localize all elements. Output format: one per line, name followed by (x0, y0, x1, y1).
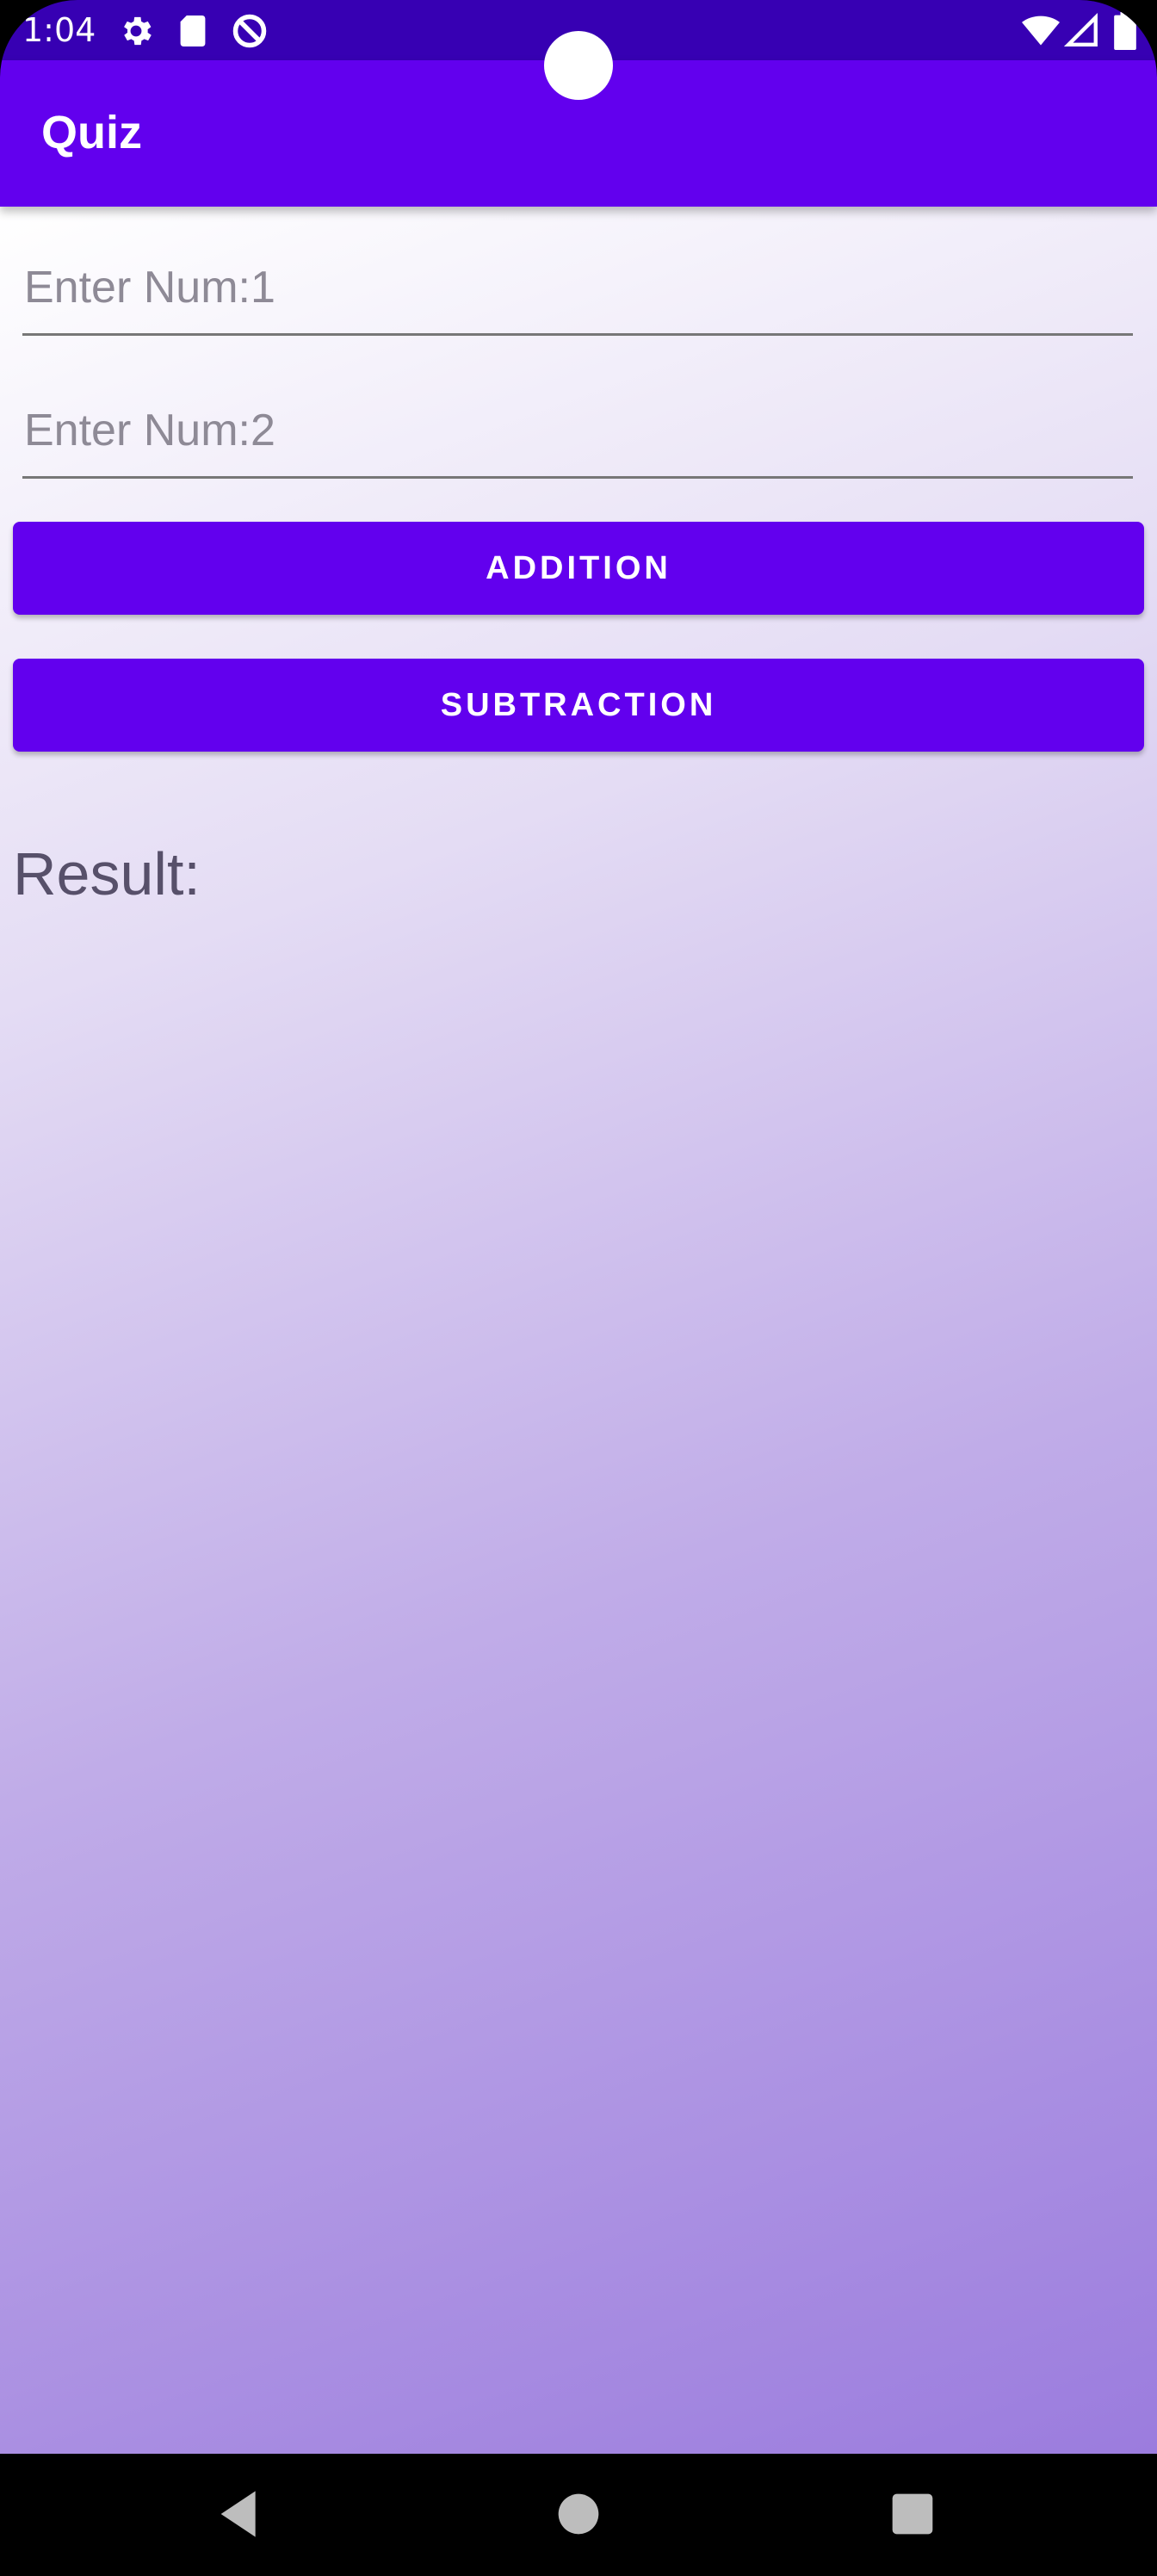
dnd-icon (232, 14, 267, 48)
app-title: Quiz (41, 107, 142, 158)
result-label: Result: (13, 840, 201, 907)
subtraction-button[interactable]: SUBTRACTION (13, 659, 1144, 752)
wifi-icon (1022, 15, 1060, 46)
signal-icon (1064, 12, 1098, 46)
num1-input[interactable] (22, 241, 1133, 336)
gear-icon (124, 16, 152, 46)
phone-screen: 1:04 Quiz ADDITION SUBTRACTION (0, 0, 1157, 2576)
status-time: 1:04 (22, 11, 96, 49)
navigation-bar (0, 2454, 1157, 2576)
addition-button[interactable]: ADDITION (13, 522, 1144, 615)
battery-icon (1114, 12, 1136, 50)
back-icon[interactable] (207, 2480, 275, 2548)
home-icon[interactable] (544, 2480, 613, 2548)
num2-input[interactable] (22, 384, 1133, 479)
camera-cutout (544, 31, 613, 100)
sd-card-icon (180, 15, 206, 46)
recents-icon[interactable] (878, 2480, 947, 2548)
main-content: ADDITION SUBTRACTION Result: (0, 207, 1157, 2454)
